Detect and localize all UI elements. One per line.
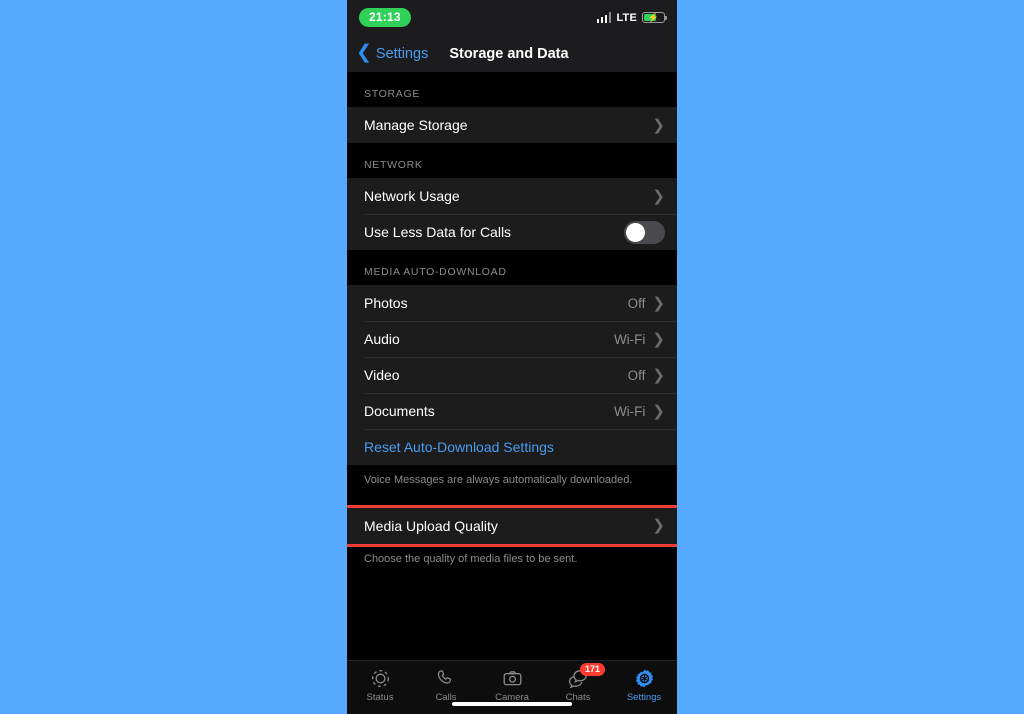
row-label: Audio (364, 331, 400, 347)
back-button-label: Settings (375, 45, 429, 62)
section-group-storage: Manage Storage ❯ (347, 107, 677, 143)
status-indicators: LTE ⚡ (596, 11, 667, 24)
status-ring-icon (370, 667, 391, 689)
row-value: Wi-Fi (613, 331, 646, 347)
tab-status[interactable]: Status (347, 667, 413, 703)
row-photos[interactable]: Photos Off ❯ (347, 285, 677, 321)
row-value: Wi-Fi (613, 403, 646, 419)
status-bar: 21:13 LTE ⚡ (347, 0, 677, 35)
chat-bubbles-icon: 171 (567, 663, 606, 689)
chevron-right-icon: ❯ (652, 187, 665, 205)
section-group-media-auto-download: Photos Off ❯ Audio Wi-Fi ❯ Video Off ❯ D… (347, 285, 677, 465)
chevron-right-icon: ❯ (652, 366, 665, 384)
row-audio[interactable]: Audio Wi-Fi ❯ (347, 321, 677, 357)
section-header-storage: STORAGE (347, 72, 677, 107)
phone-screen: 21:13 LTE ⚡ ❮ Settings Storage and Data (347, 0, 677, 714)
footnote-media-upload-quality: Choose the quality of media files to be … (347, 543, 677, 577)
tab-camera[interactable]: Camera (479, 667, 545, 703)
chats-badge: 171 (580, 663, 606, 676)
tab-label: Status (366, 692, 394, 703)
chevron-right-icon: ❯ (652, 116, 665, 134)
tab-settings[interactable]: Settings (611, 667, 677, 703)
section-header-media-auto-download: MEDIA AUTO-DOWNLOAD (347, 250, 677, 285)
network-type-label: LTE (616, 11, 637, 24)
use-less-data-toggle[interactable] (624, 220, 665, 244)
row-use-less-data-for-calls[interactable]: Use Less Data for Calls (347, 214, 677, 250)
row-label: Use Less Data for Calls (364, 224, 512, 240)
tab-label: Settings (626, 692, 662, 703)
row-value: Off (627, 367, 646, 383)
row-label: Manage Storage (364, 117, 468, 133)
row-label: Media Upload Quality (364, 517, 498, 534)
page-title: Storage and Data (449, 45, 569, 62)
row-label: Network Usage (364, 188, 460, 204)
row-label: Photos (364, 295, 408, 311)
row-media-upload-quality[interactable]: Media Upload Quality ❯ (347, 508, 677, 544)
row-network-usage[interactable]: Network Usage ❯ (347, 178, 677, 214)
row-reset-auto-download-settings[interactable]: Reset Auto-Download Settings (347, 429, 677, 465)
chevron-right-icon: ❯ (652, 330, 665, 348)
home-indicator (452, 701, 572, 706)
settings-list: STORAGE Manage Storage ❯ NETWORK Network… (347, 72, 677, 660)
tab-calls[interactable]: Calls (413, 667, 479, 703)
media-upload-quality-highlight: Media Upload Quality ❯ (347, 504, 677, 547)
back-button[interactable]: ❮ Settings (347, 42, 429, 63)
chevron-right-icon: ❯ (652, 294, 665, 312)
camera-icon (502, 667, 523, 689)
signal-bars-icon (596, 12, 612, 23)
screenshot-canvas: 21:13 LTE ⚡ ❮ Settings Storage and Data (0, 0, 1024, 714)
row-value: Off (627, 295, 646, 311)
row-documents[interactable]: Documents Wi-Fi ❯ (347, 393, 677, 429)
section-group-network: Network Usage ❯ Use Less Data for Calls (347, 178, 677, 250)
chevron-right-icon: ❯ (652, 402, 665, 420)
chevron-right-icon: ❯ (652, 517, 665, 535)
status-time-pill: 21:13 (359, 8, 411, 27)
row-label: Reset Auto-Download Settings (364, 439, 554, 455)
row-label: Video (364, 367, 400, 383)
gear-icon (634, 667, 655, 689)
section-group-media-upload-quality: Media Upload Quality ❯ (347, 504, 677, 547)
row-manage-storage[interactable]: Manage Storage ❯ (347, 107, 677, 143)
tab-chats[interactable]: 171 Chats (545, 663, 611, 703)
chevron-left-icon: ❮ (356, 42, 372, 63)
section-header-network: NETWORK (347, 143, 677, 178)
battery-charging-icon: ⚡ (642, 11, 667, 24)
phone-icon (436, 667, 456, 689)
row-video[interactable]: Video Off ❯ (347, 357, 677, 393)
row-label: Documents (364, 403, 435, 419)
nav-bar: ❮ Settings Storage and Data (347, 35, 677, 72)
footnote-voice-messages: Voice Messages are always automatically … (347, 465, 677, 498)
